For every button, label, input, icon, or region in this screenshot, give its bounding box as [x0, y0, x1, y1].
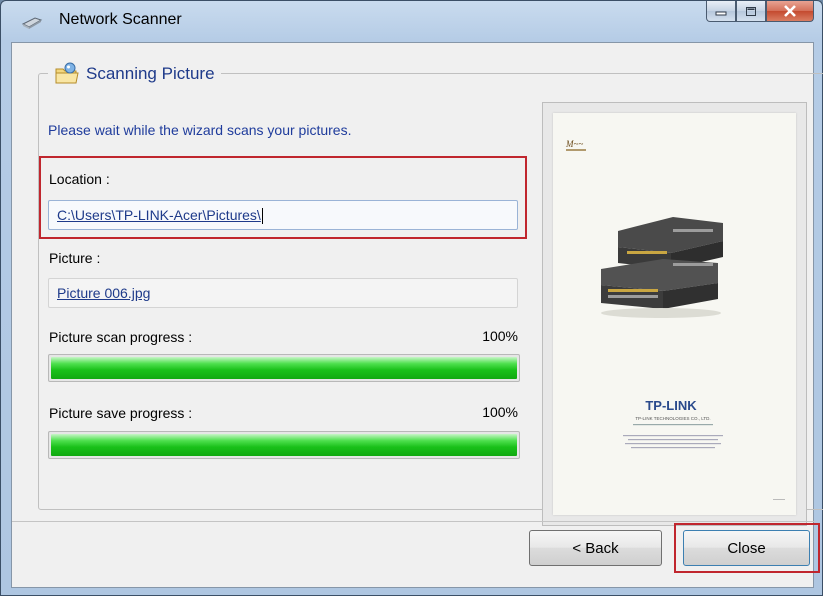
maximize-button[interactable] — [736, 1, 766, 22]
network-scanner-window: Network Scanner Scanning Picture Please … — [0, 0, 823, 596]
preview-logo-text: TP-LINK — [645, 398, 697, 413]
scan-progress-bar — [48, 354, 520, 382]
wizard-client-area: Scanning Picture Please wait while the w… — [11, 42, 823, 588]
group-title: Scanning Picture — [86, 64, 215, 83]
button-separator — [12, 521, 815, 522]
close-window-button[interactable] — [766, 1, 814, 22]
maximize-icon — [746, 6, 756, 16]
picture-label: Picture : — [49, 250, 101, 266]
save-progress-label: Picture save progress : — [49, 405, 193, 421]
switch-stack-image — [601, 217, 723, 318]
scan-progress-fill — [51, 357, 517, 379]
location-highlight-box — [39, 156, 527, 239]
wait-message: Please wait while the wizard scans your … — [48, 122, 352, 138]
scan-progress-label: Picture scan progress : — [49, 329, 193, 345]
folder-picture-icon — [55, 62, 79, 84]
scanner-icon — [21, 17, 43, 29]
window-title: Network Scanner — [59, 11, 182, 28]
minimize-button[interactable] — [706, 1, 736, 22]
caption-buttons — [706, 1, 814, 23]
close-highlight-box — [674, 523, 820, 573]
scan-progress-percent: 100% — [482, 328, 518, 344]
save-progress-bar — [48, 431, 520, 459]
minimize-icon — [715, 11, 727, 16]
picture-value: Picture 006.jpg — [57, 285, 151, 301]
group-header: Scanning Picture — [48, 62, 221, 85]
title-bar[interactable]: Network Scanner — [1, 1, 822, 41]
scanned-document-image: M~~ TP-LINK TP-LINK TECHNOLOGIES CO., LT… — [565, 139, 785, 500]
close-icon — [784, 5, 796, 17]
svg-text:M~~: M~~ — [565, 139, 583, 149]
save-progress-fill — [51, 434, 517, 456]
scanned-page-thumbnail: M~~ TP-LINK TP-LINK TECHNOLOGIES CO., LT… — [553, 113, 796, 515]
picture-field[interactable]: Picture 006.jpg — [48, 278, 518, 308]
preview-company-text: TP-LINK TECHNOLOGIES CO., LTD. — [635, 416, 710, 421]
picture-preview: M~~ TP-LINK TP-LINK TECHNOLOGIES CO., LT… — [542, 102, 807, 526]
save-progress-percent: 100% — [482, 404, 518, 420]
back-button[interactable]: < Back — [529, 530, 662, 566]
